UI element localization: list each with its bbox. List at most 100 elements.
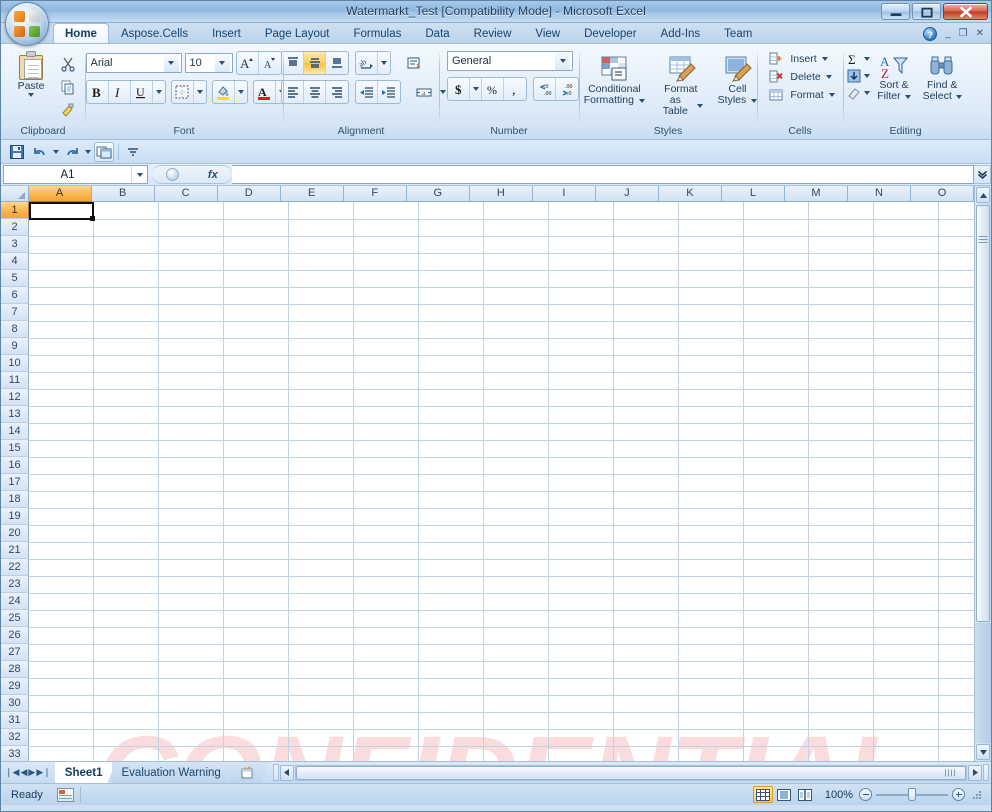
row-header-32[interactable]: 32 bbox=[1, 729, 29, 746]
record-macro-icon[interactable] bbox=[56, 787, 74, 802]
horizontal-scroll-track[interactable] bbox=[294, 764, 967, 781]
find-select-button[interactable]: Find & Select bbox=[918, 51, 967, 105]
ribbon-tab-view[interactable]: View bbox=[523, 23, 572, 43]
insert-function-icon[interactable]: fx bbox=[208, 169, 218, 181]
zoom-out-button[interactable] bbox=[859, 788, 872, 801]
scroll-right-button[interactable] bbox=[968, 764, 982, 781]
tab-split-handle[interactable] bbox=[272, 764, 279, 781]
normal-view-button[interactable] bbox=[753, 786, 773, 803]
insert-worksheet-button[interactable] bbox=[230, 762, 269, 783]
column-header-a[interactable]: A bbox=[28, 186, 92, 202]
top-align-button[interactable] bbox=[282, 52, 304, 74]
column-header-d[interactable]: D bbox=[217, 186, 281, 202]
row-header-11[interactable]: 11 bbox=[1, 372, 29, 389]
redo-button[interactable] bbox=[62, 142, 82, 162]
row-header-17[interactable]: 17 bbox=[1, 474, 29, 491]
borders-dropdown[interactable] bbox=[194, 81, 206, 103]
bottom-align-button[interactable] bbox=[326, 52, 348, 74]
last-sheet-button[interactable]: ▶❘ bbox=[36, 767, 50, 778]
row-header-27[interactable]: 27 bbox=[1, 644, 29, 661]
increase-decimal-button[interactable]: .0.00 bbox=[534, 78, 556, 100]
align-left-button[interactable] bbox=[282, 81, 304, 103]
row-header-7[interactable]: 7 bbox=[1, 304, 29, 321]
vertical-scrollbar[interactable] bbox=[974, 186, 991, 761]
row-header-8[interactable]: 8 bbox=[1, 321, 29, 338]
page-layout-view-button[interactable] bbox=[774, 786, 794, 803]
fill-color-dropdown[interactable] bbox=[235, 81, 247, 103]
number-format-combo[interactable]: General bbox=[447, 51, 573, 71]
clear-button[interactable] bbox=[846, 85, 871, 101]
grow-font-button[interactable]: A bbox=[237, 52, 259, 74]
customize-qat-button[interactable] bbox=[123, 142, 143, 162]
row-header-21[interactable]: 21 bbox=[1, 542, 29, 559]
formula-input[interactable] bbox=[232, 165, 974, 184]
middle-align-button[interactable] bbox=[304, 52, 326, 74]
resize-grip[interactable] bbox=[971, 789, 983, 801]
row-header-15[interactable]: 15 bbox=[1, 440, 29, 457]
zoom-in-button[interactable] bbox=[952, 788, 965, 801]
row-header-16[interactable]: 16 bbox=[1, 457, 29, 474]
cancel-formula-icon[interactable] bbox=[166, 168, 180, 181]
close-button[interactable] bbox=[943, 3, 988, 20]
sort-filter-button[interactable]: A Z Sort & Filter bbox=[872, 51, 915, 105]
select-all-button[interactable] bbox=[1, 186, 29, 202]
underline-button[interactable]: U bbox=[131, 81, 153, 103]
borders-button[interactable] bbox=[172, 81, 194, 103]
column-header-k[interactable]: K bbox=[658, 186, 722, 202]
format-as-table-button[interactable]: Format as Table bbox=[653, 51, 708, 120]
minimize-button[interactable] bbox=[881, 3, 910, 20]
delete-cells-button[interactable]: Delete bbox=[769, 69, 832, 85]
font-name-combo[interactable]: Arial bbox=[85, 53, 182, 73]
paste-button[interactable]: Paste bbox=[7, 51, 55, 97]
row-header-28[interactable]: 28 bbox=[1, 661, 29, 678]
row-header-26[interactable]: 26 bbox=[1, 627, 29, 644]
scroll-up-button[interactable] bbox=[976, 187, 990, 203]
column-header-e[interactable]: E bbox=[280, 186, 344, 202]
close-window-icon[interactable]: ✕ bbox=[976, 29, 984, 39]
merge-center-button[interactable]: a bbox=[413, 81, 435, 103]
page-break-preview-button[interactable] bbox=[795, 786, 815, 803]
conditional-formatting-button[interactable]: Conditional Formatting bbox=[582, 51, 648, 109]
row-header-23[interactable]: 23 bbox=[1, 576, 29, 593]
column-header-o[interactable]: O bbox=[911, 186, 974, 202]
save-button[interactable] bbox=[7, 142, 27, 162]
compare-side-by-side-button[interactable] bbox=[94, 141, 114, 162]
fill-handle[interactable] bbox=[90, 216, 95, 221]
undo-dropdown-icon[interactable] bbox=[53, 149, 59, 154]
row-header-29[interactable]: 29 bbox=[1, 678, 29, 695]
row-header-2[interactable]: 2 bbox=[1, 219, 29, 236]
sheet-tab-evaluation-warning[interactable]: Evaluation Warning bbox=[112, 762, 234, 783]
center-button[interactable] bbox=[304, 81, 326, 103]
insert-cells-button[interactable]: Insert bbox=[769, 51, 828, 67]
column-header-g[interactable]: G bbox=[406, 186, 470, 202]
name-box[interactable]: A1 bbox=[3, 165, 148, 184]
row-header-10[interactable]: 10 bbox=[1, 355, 29, 372]
row-header-30[interactable]: 30 bbox=[1, 695, 29, 712]
row-header-14[interactable]: 14 bbox=[1, 423, 29, 440]
zoom-handle[interactable] bbox=[908, 787, 916, 801]
column-header-l[interactable]: L bbox=[721, 186, 785, 202]
horizontal-scroll-thumb[interactable] bbox=[295, 765, 966, 780]
font-name-dropdown-icon[interactable] bbox=[163, 54, 179, 72]
copy-button[interactable] bbox=[57, 76, 79, 98]
row-header-24[interactable]: 24 bbox=[1, 593, 29, 610]
column-header-n[interactable]: N bbox=[847, 186, 912, 202]
accounting-dropdown[interactable] bbox=[470, 78, 482, 100]
row-header-18[interactable]: 18 bbox=[1, 491, 29, 508]
column-header-i[interactable]: I bbox=[532, 186, 596, 202]
ribbon-tab-developer[interactable]: Developer bbox=[572, 23, 648, 43]
row-header-3[interactable]: 3 bbox=[1, 236, 29, 253]
ribbon-tab-team[interactable]: Team bbox=[712, 23, 764, 43]
column-header-b[interactable]: B bbox=[91, 186, 155, 202]
row-header-4[interactable]: 4 bbox=[1, 253, 29, 270]
row-header-22[interactable]: 22 bbox=[1, 559, 29, 576]
underline-dropdown[interactable] bbox=[153, 81, 165, 103]
align-right-button[interactable] bbox=[326, 81, 348, 103]
ribbon-tab-asposecells[interactable]: Aspose.Cells bbox=[109, 23, 200, 43]
horizontal-split-handle[interactable] bbox=[983, 764, 989, 781]
accounting-format-button[interactable]: $ bbox=[448, 78, 470, 100]
scroll-down-button[interactable] bbox=[976, 744, 990, 760]
column-header-h[interactable]: H bbox=[469, 186, 533, 202]
ribbon-tab-review[interactable]: Review bbox=[462, 23, 524, 43]
orientation-button[interactable]: ab bbox=[356, 52, 378, 74]
